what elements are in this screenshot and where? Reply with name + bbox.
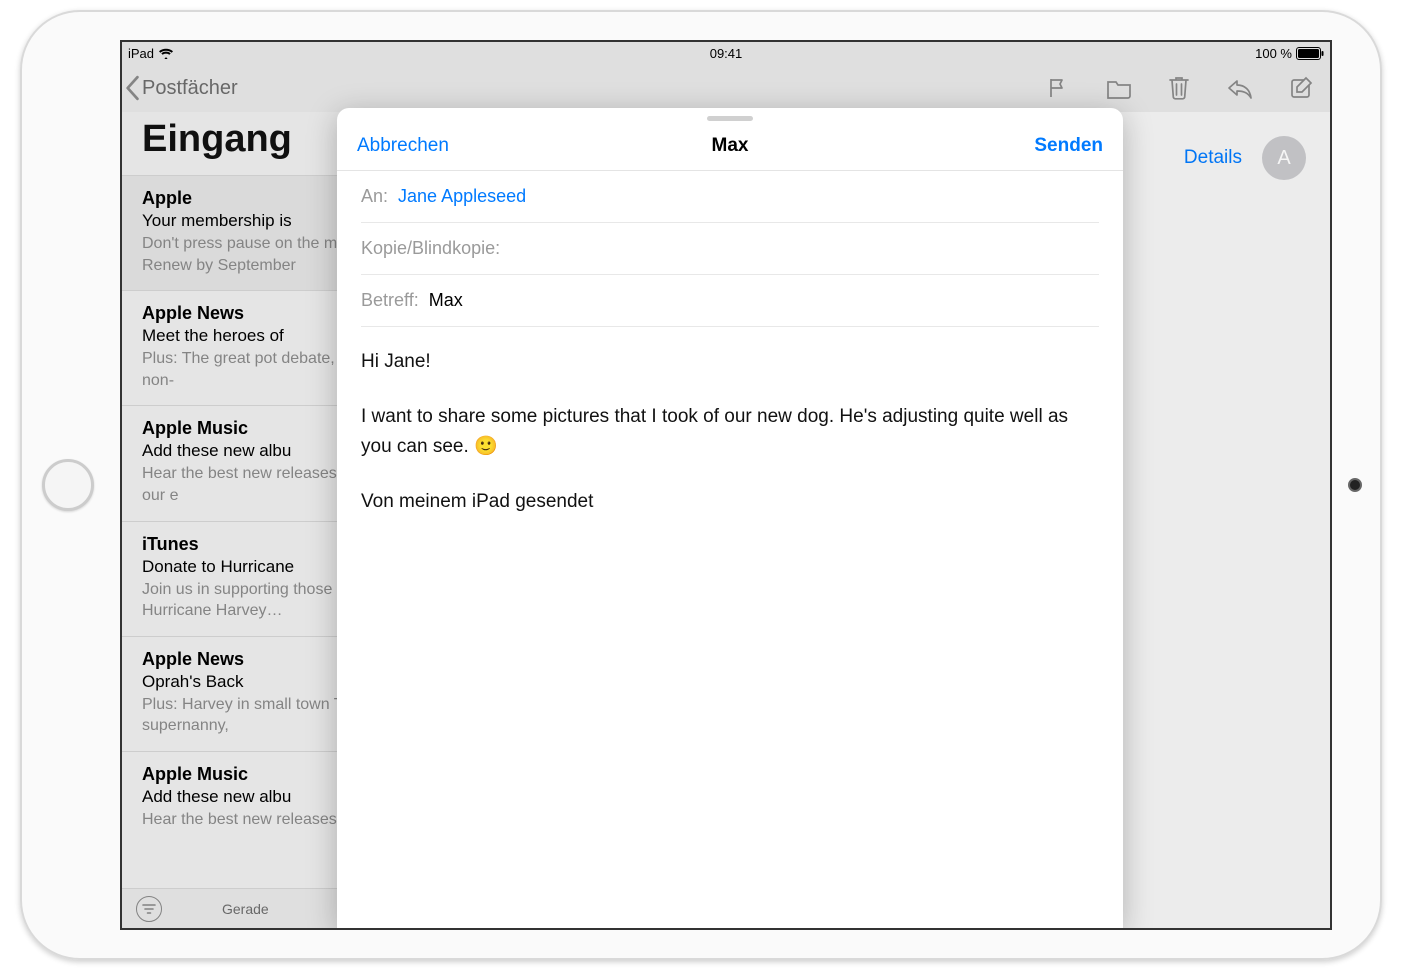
compose-header: Abbrechen Max Senden xyxy=(337,121,1123,171)
signature: Von meinem iPad gesendet xyxy=(361,487,1099,516)
to-label: An: xyxy=(361,186,388,207)
send-button[interactable]: Senden xyxy=(1034,135,1103,157)
compose-body[interactable]: Hi Jane! I want to share some pictures t… xyxy=(337,327,1123,563)
body-line: I want to share some pictures that I too… xyxy=(361,402,1099,461)
subject-field[interactable]: Betreff: Max xyxy=(361,275,1099,327)
to-field[interactable]: An: Jane Appleseed xyxy=(361,171,1099,223)
ipad-frame: iPad 09:41 100 % Postfächer xyxy=(20,10,1382,960)
front-camera xyxy=(1348,478,1362,492)
cancel-button[interactable]: Abbrechen xyxy=(357,135,449,157)
subject-value: Max xyxy=(429,290,463,311)
home-button[interactable] xyxy=(42,459,94,511)
compose-sheet: Abbrechen Max Senden An: Jane Appleseed … xyxy=(337,108,1123,928)
cc-bcc-label: Kopie/Blindkopie: xyxy=(361,238,500,259)
cc-bcc-field[interactable]: Kopie/Blindkopie: xyxy=(361,223,1099,275)
subject-label: Betreff: xyxy=(361,290,419,311)
compose-title: Max xyxy=(712,135,749,157)
recipient-chip[interactable]: Jane Appleseed xyxy=(398,186,526,207)
screen: iPad 09:41 100 % Postfächer xyxy=(120,40,1332,930)
body-line: Hi Jane! xyxy=(361,347,1099,376)
